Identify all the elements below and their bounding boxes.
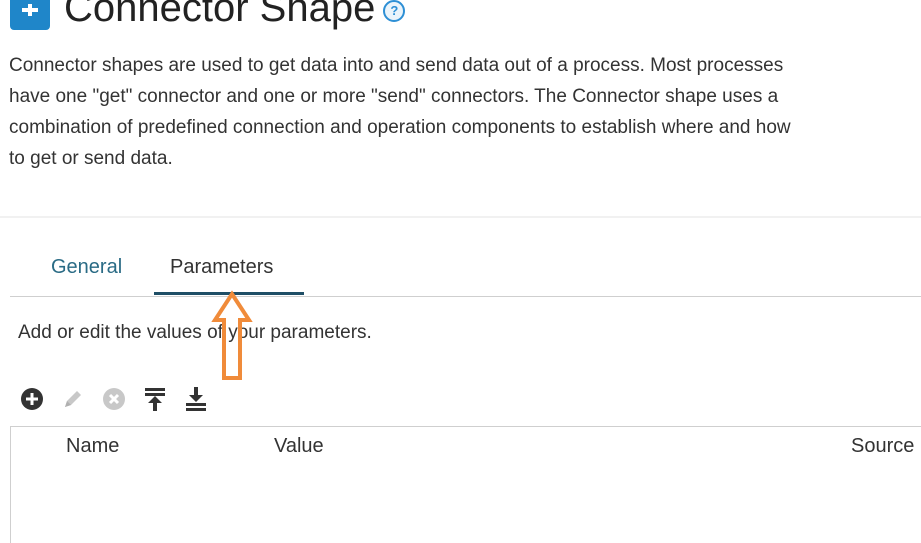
tab-parameters[interactable]: Parameters [170,256,273,279]
tab-bar: General Parameters [10,248,921,297]
column-header-name[interactable]: Name [66,435,119,458]
connector-icon [10,0,50,30]
description-line: combination of predefined connection and… [9,117,791,138]
parameters-instructions: Add or edit the values of your parameter… [18,322,372,343]
help-icon[interactable]: ? [383,0,406,22]
delete-icon[interactable] [101,386,127,412]
page-title: Connector Shape [64,0,376,30]
parameters-table: Name Value Source [10,426,921,543]
tab-general[interactable]: General [51,256,122,279]
move-up-icon[interactable] [142,386,168,412]
description-line: Connector shapes are used to get data in… [9,55,784,76]
column-header-source[interactable]: Source [851,435,914,458]
description: Connector shapes are used to get data in… [9,50,921,174]
move-down-icon[interactable] [183,386,209,412]
section-divider [0,216,921,218]
edit-icon[interactable] [60,386,86,412]
page-header: Connector Shape ? [10,0,406,34]
add-icon[interactable] [19,386,45,412]
annotation-arrow-icon [211,290,253,380]
column-header-value[interactable]: Value [274,435,324,458]
description-line: to get or send data. [9,148,173,169]
description-line: have one "get" connector and one or more… [9,86,779,107]
parameters-toolbar [19,384,224,414]
